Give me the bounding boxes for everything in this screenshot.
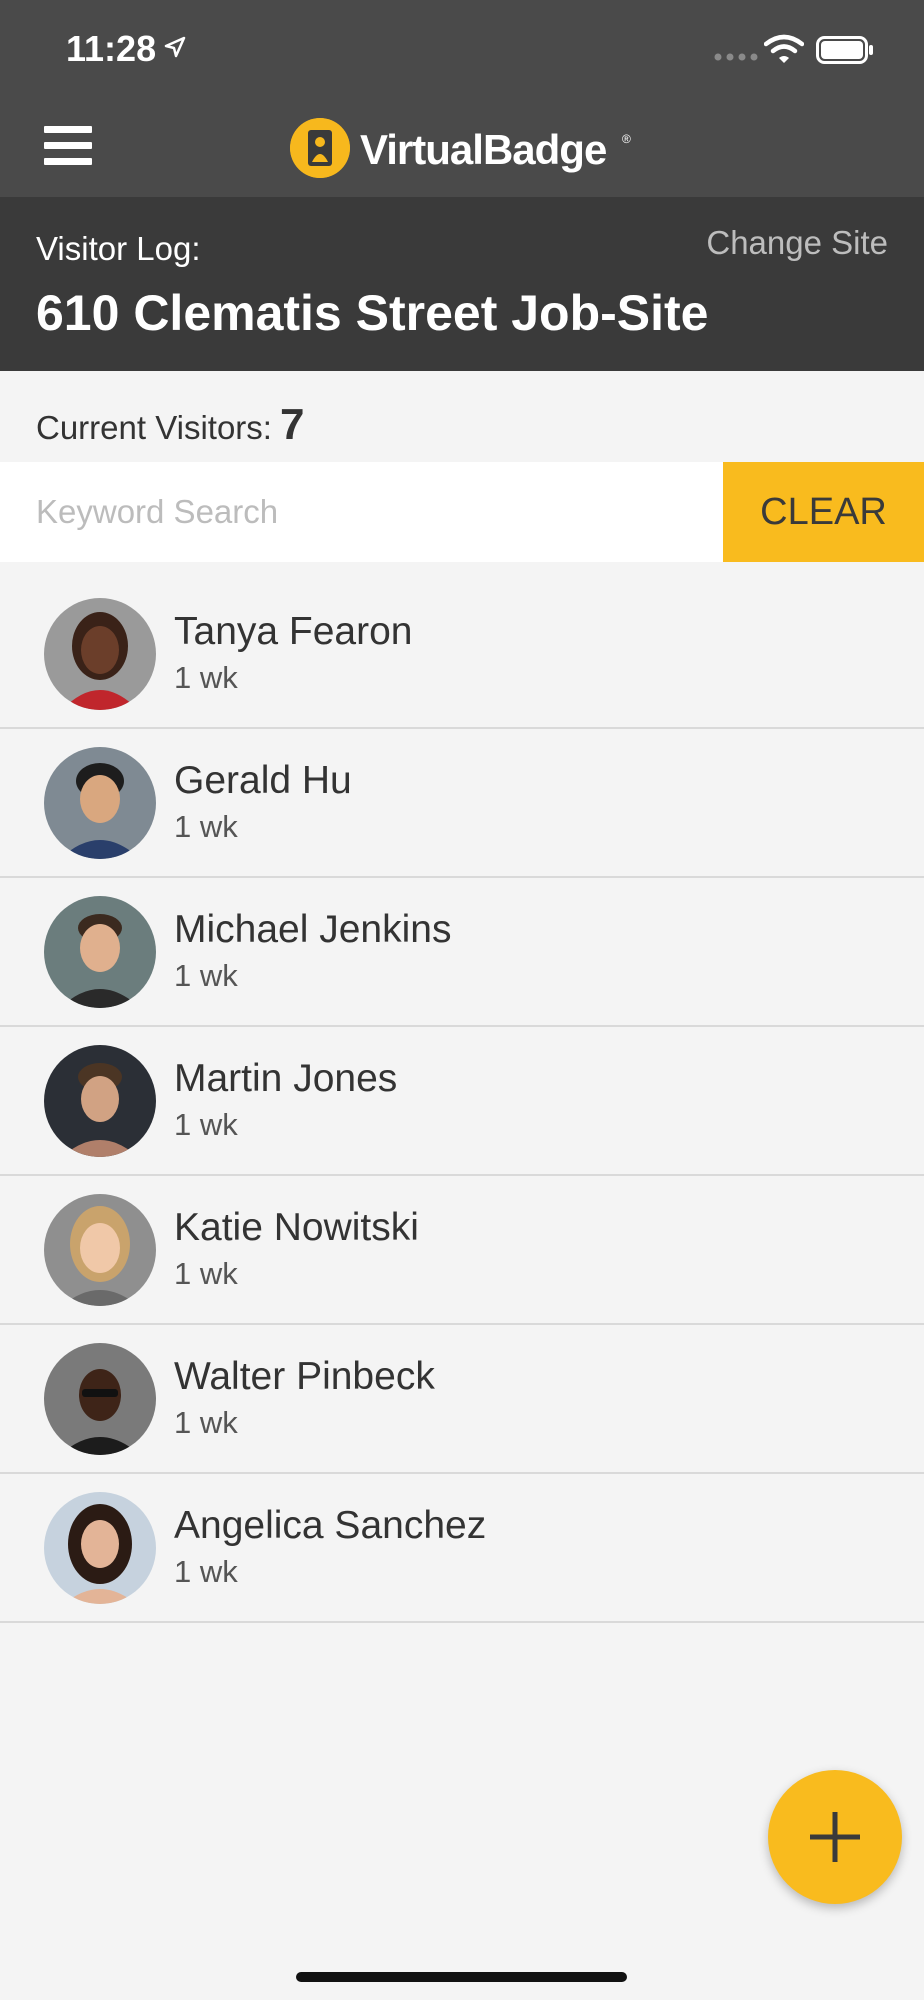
visitor-row[interactable]: Michael Jenkins 1 wk xyxy=(0,878,924,1027)
visitor-row[interactable]: Walter Pinbeck 1 wk xyxy=(0,1325,924,1474)
visitor-time: 1 wk xyxy=(174,660,238,695)
visitor-row[interactable]: Tanya Fearon 1 wk xyxy=(0,580,924,729)
visitor-name: Tanya Fearon xyxy=(174,610,413,653)
logo-text: VirtualBadge xyxy=(360,126,607,173)
current-visitors: Current Visitors: 7 xyxy=(36,400,304,450)
app-header: 11:28 VirtualBadge ® xyxy=(0,0,924,197)
visitor-time: 1 wk xyxy=(174,1405,238,1440)
visitor-name: Michael Jenkins xyxy=(174,908,452,951)
visitor-name: Martin Jones xyxy=(174,1057,398,1100)
clear-button[interactable]: CLEAR xyxy=(723,462,924,562)
site-name: 610 Clematis Street Job-Site xyxy=(36,285,709,341)
avatar xyxy=(44,1045,156,1157)
visitor-time: 1 wk xyxy=(174,1554,238,1589)
search-bar: CLEAR xyxy=(0,462,924,562)
visitor-name: Gerald Hu xyxy=(174,759,352,802)
avatar xyxy=(44,598,156,710)
avatar xyxy=(44,1194,156,1306)
location-arrow-icon xyxy=(164,36,186,58)
avatar xyxy=(44,1343,156,1455)
status-time: 11:28 xyxy=(66,28,157,69)
wifi-icon xyxy=(764,34,804,63)
current-visitors-count: 7 xyxy=(279,400,305,449)
visitor-list: Tanya Fearon 1 wk Gerald Hu 1 wk Michael… xyxy=(0,580,924,1623)
visitor-time: 1 wk xyxy=(174,809,238,844)
visitor-time: 1 wk xyxy=(174,958,238,993)
home-indicator[interactable] xyxy=(296,1972,627,1982)
visitor-row[interactable]: Katie Nowitski 1 wk xyxy=(0,1176,924,1325)
keyword-search-input[interactable] xyxy=(0,462,723,562)
current-visitors-label: Current Visitors: xyxy=(36,409,272,446)
visitor-name: Angelica Sanchez xyxy=(174,1504,487,1547)
plus-icon xyxy=(810,1812,860,1862)
visitor-name: Katie Nowitski xyxy=(174,1206,419,1249)
badge-logo-icon xyxy=(290,118,350,178)
change-site-button[interactable]: Change Site xyxy=(706,224,888,262)
visitor-log-label: Visitor Log: xyxy=(36,230,201,267)
add-visitor-button[interactable] xyxy=(768,1770,902,1904)
avatar xyxy=(44,747,156,859)
visitor-row[interactable]: Gerald Hu 1 wk xyxy=(0,729,924,878)
visitor-row[interactable]: Angelica Sanchez 1 wk xyxy=(0,1474,924,1623)
visitor-row[interactable]: Martin Jones 1 wk xyxy=(0,1027,924,1176)
avatar xyxy=(44,896,156,1008)
visitor-name: Walter Pinbeck xyxy=(174,1355,435,1398)
visitor-time: 1 wk xyxy=(174,1107,238,1142)
avatar xyxy=(44,1492,156,1604)
battery-icon xyxy=(816,36,873,64)
visitor-time: 1 wk xyxy=(174,1256,238,1291)
signal-dots-icon xyxy=(714,53,758,61)
hamburger-menu-icon[interactable] xyxy=(44,126,92,166)
logo-registered-mark: ® xyxy=(622,132,631,146)
